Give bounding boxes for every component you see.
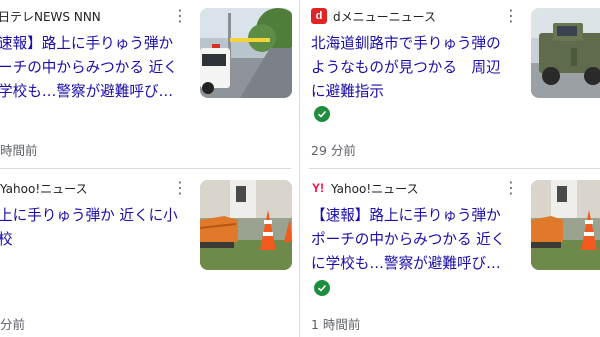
yahoo-logo-icon: Y!	[312, 181, 324, 195]
source-name: 日テレNEWS NNN	[0, 9, 101, 24]
headline[interactable]: 【速報】路上に手りゅう弾か ポーチの中からみつかる 近く に学校も…警察が避難呼…	[311, 204, 505, 276]
headline-line: に避難指示	[311, 83, 384, 100]
headline[interactable]: 速報】路上に手りゅう弾か ーチの中からみつかる 近く 学校も…警察が避難呼び…	[0, 32, 178, 104]
news-card[interactable]: d dメニューニュース ⋮ 北海道釧路市で手りゅう弾の ようなものが見つかる 周…	[309, 0, 600, 168]
timestamp: 時間前	[0, 143, 38, 158]
headline-line: ポーチの中からみつかる 近く	[311, 231, 506, 248]
news-card[interactable]: Yahoo!ニュース ⋮ 上に手りゅう弾か 近くに小 校 分前	[0, 169, 292, 337]
timestamp: 分前	[0, 317, 26, 332]
headline-line: に学校も…警察が避難呼び…	[311, 255, 501, 272]
source-row: Y! Yahoo!ニュース	[311, 179, 419, 197]
headline-line: 上に手りゅう弾か 近くに小	[0, 207, 178, 224]
column-divider	[299, 0, 300, 337]
thumbnail-image[interactable]	[200, 8, 292, 98]
timestamp: 29 分前	[311, 143, 356, 158]
more-vert-icon[interactable]: ⋮	[171, 179, 189, 197]
source-name: Yahoo!ニュース	[0, 181, 88, 196]
news-card[interactable]: 日テレNEWS NNN ⋮ 速報】路上に手りゅう弾か ーチの中からみつかる 近く…	[0, 0, 292, 168]
check-circle-icon	[314, 106, 330, 122]
dmenu-logo-icon: d	[311, 8, 327, 24]
news-card[interactable]: Y! Yahoo!ニュース ⋮ 【速報】路上に手りゅう弾か ポーチの中からみつか…	[309, 169, 600, 337]
source-row: Yahoo!ニュース	[0, 179, 88, 197]
check-circle-icon	[314, 280, 330, 296]
source-name: dメニューニュース	[333, 9, 437, 24]
headline-line: 速報】路上に手りゅう弾か	[0, 35, 174, 52]
headline-line: 学校も…警察が避難呼び…	[0, 83, 174, 100]
timestamp: 1 時間前	[311, 317, 361, 332]
source-row: 日テレNEWS NNN	[0, 7, 101, 25]
headline-line: ーチの中からみつかる 近く	[0, 59, 178, 76]
thumbnail-image[interactable]	[531, 180, 600, 270]
more-vert-icon[interactable]: ⋮	[171, 7, 189, 25]
headline-line: 【速報】路上に手りゅう弾か	[311, 207, 501, 224]
more-vert-icon[interactable]: ⋮	[502, 7, 520, 25]
thumbnail-image[interactable]	[200, 180, 292, 270]
source-row: d dメニューニュース	[311, 7, 436, 25]
headline[interactable]: 上に手りゅう弾か 近くに小 校	[0, 204, 178, 252]
source-name: Yahoo!ニュース	[331, 181, 419, 196]
headline-line: ようなものが見つかる 周辺	[311, 59, 501, 76]
headline[interactable]: 北海道釧路市で手りゅう弾の ようなものが見つかる 周辺 に避難指示	[311, 32, 501, 104]
headline-line: 北海道釧路市で手りゅう弾の	[311, 35, 501, 52]
thumbnail-image[interactable]	[531, 8, 600, 98]
headline-line: 校	[0, 231, 13, 248]
more-vert-icon[interactable]: ⋮	[502, 179, 520, 197]
